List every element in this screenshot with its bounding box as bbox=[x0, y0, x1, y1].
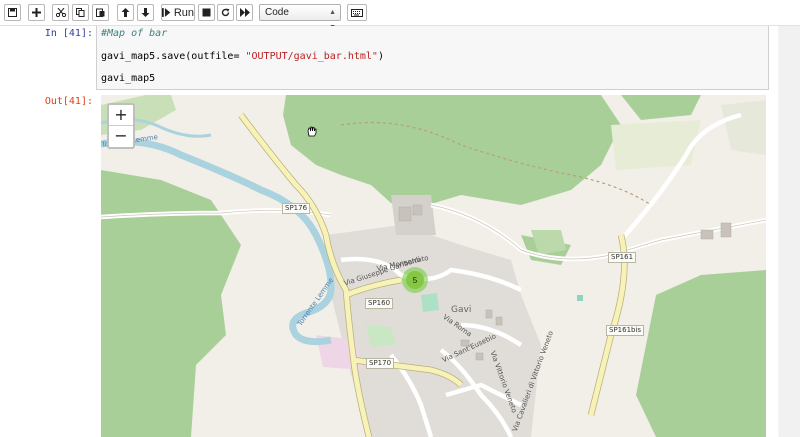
road-label-sp160: SP160 bbox=[365, 298, 394, 309]
zoom-in-button[interactable]: + bbox=[109, 105, 133, 125]
cell-type-select[interactable]: Code ▲▼ bbox=[259, 4, 341, 31]
code-line-show: gavi_map5 bbox=[101, 73, 156, 84]
zoom-control: + − bbox=[107, 103, 135, 149]
code-editor[interactable]: #Map of bar gavi_map5.save(outfile= "OUT… bbox=[96, 26, 769, 90]
restart-run-all-button[interactable] bbox=[236, 4, 253, 21]
keyboard-icon bbox=[351, 8, 363, 17]
input-prompt: In [41]: bbox=[44, 28, 93, 39]
run-label: Run bbox=[173, 6, 194, 19]
code-string: "OUTPUT/gavi_bar.html" bbox=[245, 51, 378, 62]
grab-cursor-icon bbox=[307, 126, 317, 137]
restart-icon bbox=[221, 8, 230, 17]
map-output[interactable]: SP176 SP160 SP170 SP161 SP161bis Gavi Vi… bbox=[101, 95, 766, 437]
move-up-icon bbox=[121, 8, 130, 17]
page-scrollbar[interactable] bbox=[779, 26, 800, 437]
save-icon bbox=[8, 8, 17, 17]
road-label-sp170: SP170 bbox=[366, 358, 395, 369]
code-paren: ) bbox=[377, 51, 384, 62]
restart-button[interactable] bbox=[217, 4, 234, 21]
run-icon bbox=[162, 8, 171, 17]
cluster-count: 5 bbox=[406, 271, 424, 289]
town-label-gavi: Gavi bbox=[451, 305, 472, 315]
command-palette-button[interactable] bbox=[347, 4, 367, 21]
move-down-button[interactable] bbox=[137, 4, 154, 21]
output-prompt: Out[41]: bbox=[44, 96, 93, 107]
cut-button[interactable] bbox=[52, 4, 69, 21]
paste-button[interactable] bbox=[92, 4, 109, 21]
notebook-page: In [41]: #Map of bar gavi_map5.save(outf… bbox=[0, 26, 800, 437]
add-cell-button[interactable] bbox=[28, 4, 45, 21]
copy-icon bbox=[76, 8, 85, 17]
stop-icon bbox=[202, 8, 211, 17]
paste-icon bbox=[96, 8, 105, 17]
code-save-call: gavi_map5.save(outfile= bbox=[101, 51, 246, 62]
copy-button[interactable] bbox=[72, 4, 89, 21]
move-up-button[interactable] bbox=[117, 4, 134, 21]
cut-icon bbox=[55, 8, 66, 17]
run-button[interactable]: Run bbox=[161, 4, 195, 21]
road-label-sp161bis: SP161bis bbox=[606, 325, 645, 336]
notebook-container: In [41]: #Map of bar gavi_map5.save(outf… bbox=[0, 26, 778, 437]
code-line-save: gavi_map5.save(outfile= "OUTPUT/gavi_bar… bbox=[101, 51, 384, 62]
road-label-sp161: SP161 bbox=[608, 252, 637, 263]
road-label-sp176: SP176 bbox=[282, 203, 311, 214]
marker-cluster[interactable]: 5 bbox=[402, 267, 428, 293]
interrupt-button[interactable] bbox=[198, 4, 215, 21]
move-down-icon bbox=[141, 8, 150, 17]
add-cell-icon bbox=[32, 8, 41, 17]
notebook-toolbar: Run Code ▲▼ bbox=[0, 0, 800, 31]
code-comment: #Map of bar bbox=[101, 28, 168, 39]
fast-forward-icon bbox=[239, 8, 250, 17]
save-button[interactable] bbox=[4, 4, 21, 21]
zoom-out-button[interactable]: − bbox=[109, 125, 133, 146]
cell-type-value: Code bbox=[265, 7, 289, 18]
map-tiles bbox=[101, 95, 766, 437]
